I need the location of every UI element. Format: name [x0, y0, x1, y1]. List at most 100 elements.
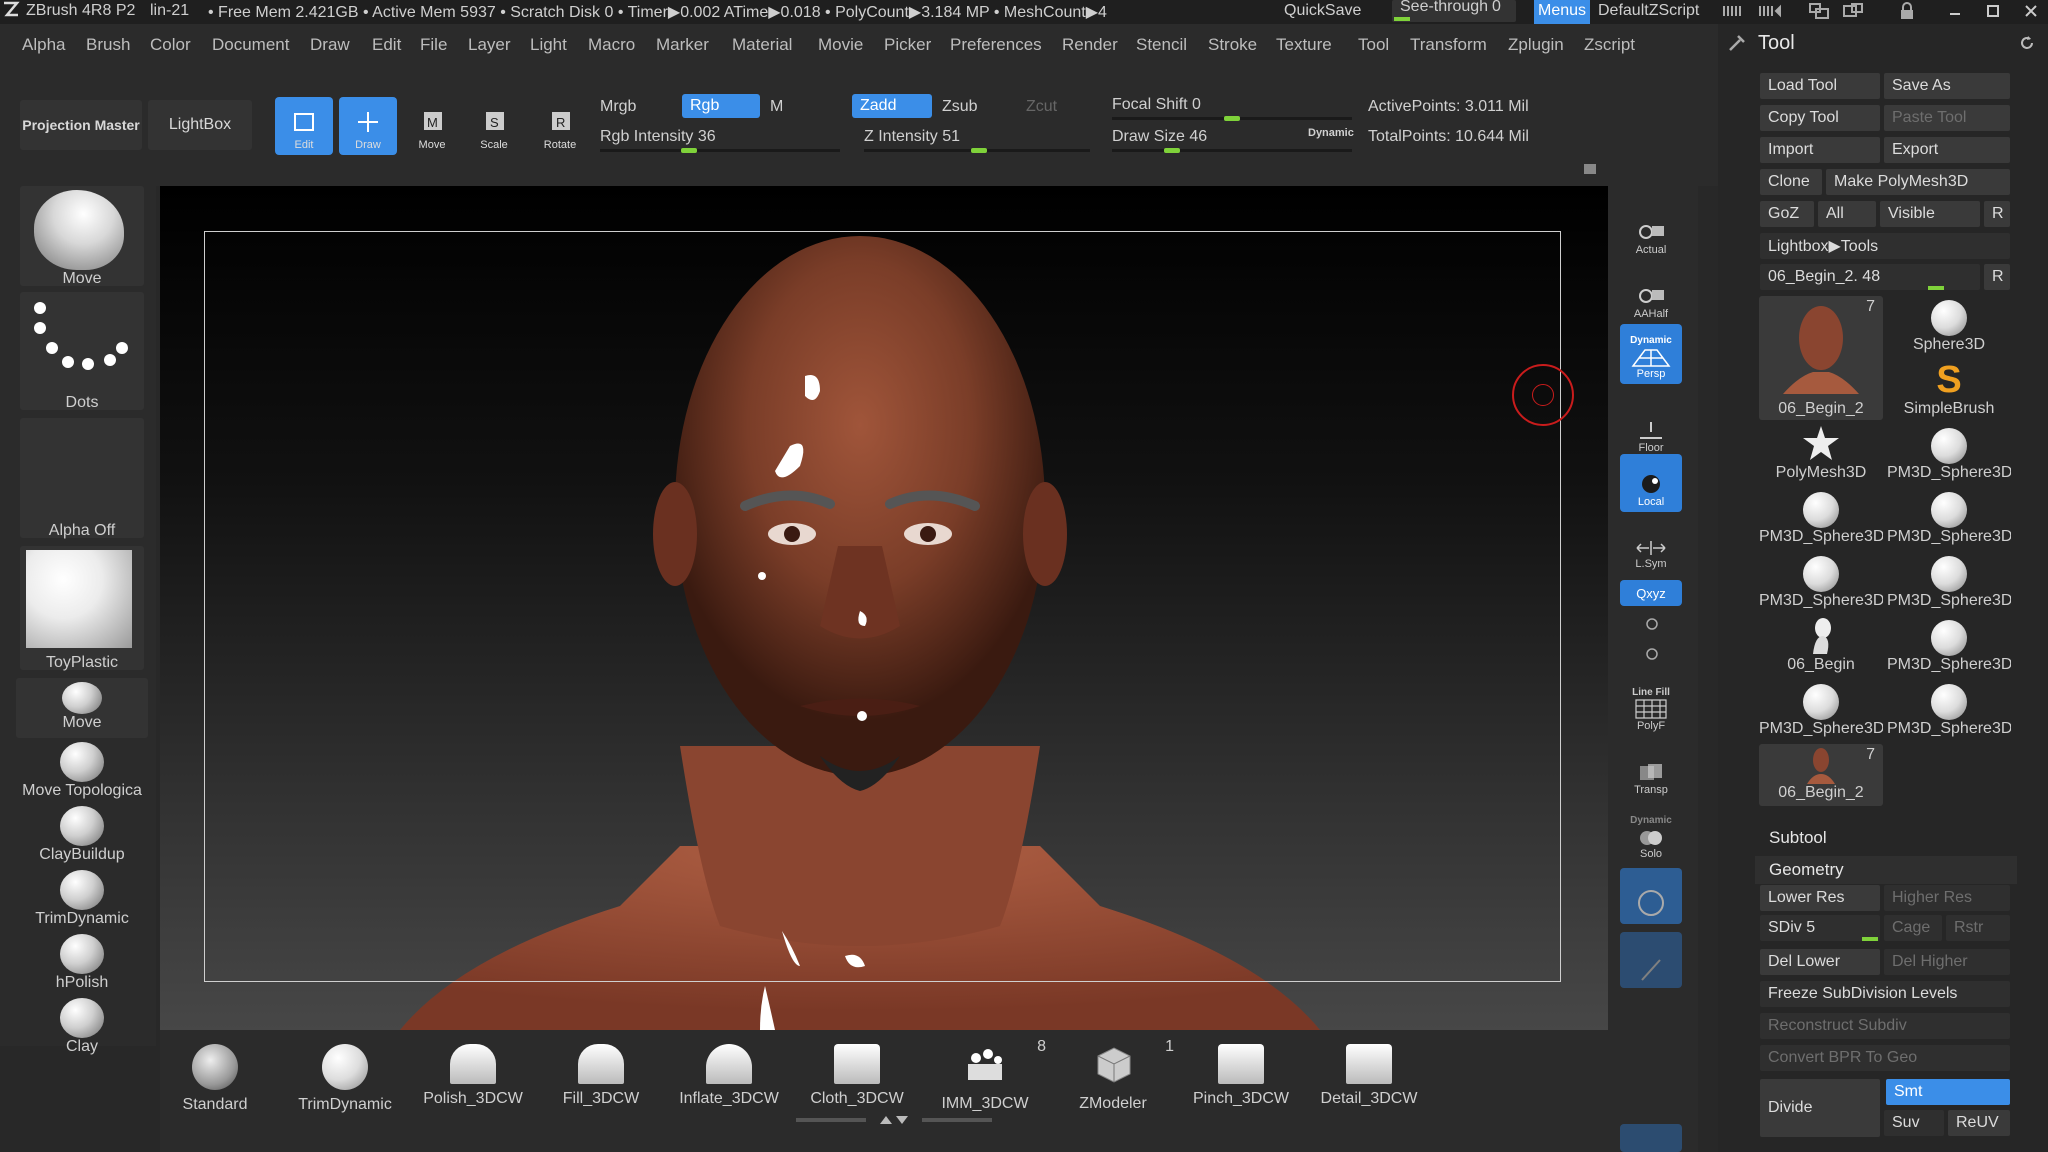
edit-button[interactable]: Edit — [275, 97, 333, 155]
save-as-button[interactable]: Save As — [1884, 73, 2010, 99]
brush-standard[interactable]: Standard — [160, 1044, 270, 1114]
freeze-subdivision-levels-button[interactable]: Freeze SubDivision Levels — [1760, 981, 2010, 1007]
del-lower-button[interactable]: Del Lower — [1760, 949, 1880, 975]
draw-size-knob[interactable] — [1164, 148, 1180, 153]
ghost-button[interactable] — [1620, 932, 1682, 988]
menu-transform[interactable]: Transform — [1410, 35, 1487, 55]
reconstruct-subdiv-button[interactable]: Reconstruct Subdiv — [1760, 1013, 2010, 1039]
dynamic-toggle[interactable]: Dynamic — [1308, 127, 1354, 139]
brush-claybuildup[interactable]: ClayBuildup — [16, 806, 148, 868]
mrgb-button[interactable]: Mrgb — [600, 98, 636, 116]
floor-button[interactable]: Floor — [1620, 400, 1682, 458]
palette-refresh-icon[interactable] — [2018, 34, 2036, 52]
tray-handle[interactable] — [1584, 164, 1596, 174]
default-zscript-button[interactable]: DefaultZScript — [1598, 2, 1699, 20]
material-selector[interactable]: ToyPlastic — [20, 546, 144, 671]
tool-thumb-pm3d-sphere3d[interactable]: PM3D_Sphere3D — [1887, 616, 2011, 678]
menu-texture[interactable]: Texture — [1276, 35, 1332, 55]
quicksave-button[interactable]: QuickSave — [1284, 2, 1361, 20]
xyz-rotate-button[interactable]: Qxyz — [1620, 580, 1682, 606]
paste-tool-button[interactable]: Paste Tool — [1884, 105, 2010, 131]
export-button[interactable]: Export — [1884, 137, 2010, 163]
stroke-selector[interactable]: Dots — [20, 292, 144, 411]
zadd-button[interactable]: Zadd — [852, 94, 932, 118]
import-button[interactable]: Import — [1760, 137, 1880, 163]
z-intensity-knob[interactable] — [971, 148, 987, 153]
tool-thumb-06-begin[interactable]: 06_Begin — [1759, 616, 1883, 678]
rotate-y-icon[interactable] — [1644, 616, 1660, 637]
brush-zmodeler[interactable]: ZModeler 1 — [1058, 1038, 1174, 1113]
brush-move-topological[interactable]: Move Topologica — [16, 742, 148, 804]
minimize-icon[interactable] — [1946, 2, 1964, 25]
shelf-extra-button[interactable] — [1620, 1124, 1682, 1152]
m-button[interactable]: M — [770, 98, 783, 116]
brush-fill-3dcw[interactable]: Fill_3DCW — [546, 1044, 656, 1108]
xpose-button[interactable] — [1620, 868, 1682, 924]
brush-trimdynamic[interactable]: TrimDynamic — [16, 870, 148, 932]
menu-alpha[interactable]: Alpha — [22, 35, 65, 55]
tool-thumb-06-begin-2[interactable]: 7 06_Begin_2 — [1759, 296, 1883, 420]
lower-res-button[interactable]: Lower Res — [1760, 885, 1880, 911]
menu-layer[interactable]: Layer — [468, 35, 511, 55]
rstr-button[interactable]: Rstr — [1946, 915, 2010, 941]
draw-button[interactable]: Draw — [339, 97, 397, 155]
goz-r-button[interactable]: R — [1984, 201, 2010, 227]
rotate-z-icon[interactable] — [1644, 646, 1660, 667]
menu-render[interactable]: Render — [1062, 35, 1118, 55]
rgb-button[interactable]: Rgb — [682, 94, 760, 118]
lightbox-button[interactable]: LightBox — [148, 100, 252, 150]
goz-all-button[interactable]: All — [1818, 201, 1876, 227]
cage-button[interactable]: Cage — [1884, 915, 1942, 941]
higher-res-button[interactable]: Higher Res — [1884, 885, 2010, 911]
draw-size-slider[interactable] — [1112, 148, 1352, 153]
brush-imm-3dcw[interactable]: IMM_3DCW 8 — [930, 1038, 1046, 1113]
subtool-section-header[interactable]: Subtool — [1755, 824, 2017, 852]
convert-bpr-to-geo-button[interactable]: Convert BPR To Geo — [1760, 1045, 2010, 1071]
menu-preferences[interactable]: Preferences — [950, 35, 1042, 55]
goz-button[interactable]: GoZ — [1760, 201, 1814, 227]
menu-marker[interactable]: Marker — [656, 35, 709, 55]
geometry-section-header[interactable]: Geometry — [1755, 856, 2017, 884]
menu-picker[interactable]: Picker — [884, 35, 931, 55]
menu-draw[interactable]: Draw — [310, 35, 350, 55]
menu-material[interactable]: Material — [732, 35, 792, 55]
rgb-intensity-knob[interactable] — [681, 148, 697, 153]
rotate-button[interactable]: R Rotate — [531, 97, 589, 155]
tool-thumb-pm3d-sphere3d[interactable]: PM3D_Sphere3D — [1887, 424, 2011, 486]
zsub-button[interactable]: Zsub — [942, 98, 978, 116]
copy-tool-button[interactable]: Copy Tool — [1760, 105, 1880, 131]
tool-thumb-pm3d-sphere3d[interactable]: PM3D_Sphere3D — [1759, 680, 1883, 742]
brush-polish-3dcw[interactable]: Polish_3DCW — [418, 1044, 528, 1108]
menu-zplugin[interactable]: Zplugin — [1508, 35, 1564, 55]
menu-stencil[interactable]: Stencil — [1136, 35, 1187, 55]
lock-icon[interactable] — [1898, 2, 1916, 25]
menu-file[interactable]: File — [420, 35, 447, 55]
layout-prev-icon[interactable] — [1722, 3, 1748, 24]
tool-thumb-polymesh3d[interactable]: PolyMesh3D — [1759, 424, 1883, 486]
brush-move[interactable]: Move — [16, 678, 148, 738]
layout-next-icon[interactable] — [1756, 3, 1782, 24]
solo-button[interactable]: Dynamic Solo — [1620, 802, 1682, 864]
persp-button[interactable]: Dynamic Persp — [1620, 324, 1682, 384]
menu-zscript[interactable]: Zscript — [1584, 35, 1635, 55]
tool-thumb-pm3d-sphere3d[interactable]: PM3D_Sphere3D — [1759, 488, 1883, 550]
menu-stroke[interactable]: Stroke — [1208, 35, 1257, 55]
divide-button[interactable]: Divide — [1760, 1079, 1880, 1137]
rgb-intensity-slider[interactable] — [600, 148, 840, 153]
menus-toggle[interactable]: Menus — [1534, 0, 1590, 24]
tool-thumb-sphere3d[interactable]: Sphere3D — [1887, 296, 2011, 358]
scale-button[interactable]: S Scale — [465, 97, 523, 155]
focal-shift-slider[interactable] — [1112, 116, 1352, 121]
alpha-selector[interactable]: Alpha Off — [20, 418, 144, 539]
menu-document[interactable]: Document — [212, 35, 289, 55]
make-polymesh3d-button[interactable]: Make PolyMesh3D — [1826, 169, 2010, 195]
brush-selector[interactable]: Move — [20, 186, 144, 287]
sdiv-slider[interactable]: SDiv 5 — [1760, 915, 1880, 941]
menu-edit[interactable]: Edit — [372, 35, 401, 55]
maximize-icon[interactable] — [1984, 2, 2002, 25]
brush-hpolish[interactable]: hPolish — [16, 934, 148, 996]
zcut-button[interactable]: Zcut — [1026, 98, 1057, 116]
z-intensity-slider[interactable] — [864, 148, 1090, 153]
transp-button[interactable]: Transp — [1620, 742, 1682, 800]
menu-macro[interactable]: Macro — [588, 35, 635, 55]
